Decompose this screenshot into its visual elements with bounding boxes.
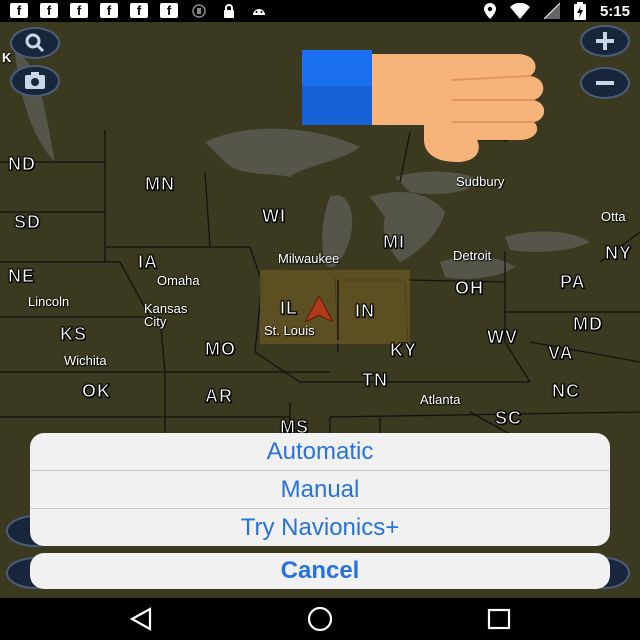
state-label: NE bbox=[7, 266, 36, 287]
city-label: Kansas City bbox=[144, 301, 188, 329]
state-label: MO bbox=[205, 339, 236, 360]
search-icon bbox=[25, 33, 45, 53]
back-icon[interactable] bbox=[128, 607, 154, 631]
city-label: St. Louis bbox=[264, 323, 315, 338]
state-label: IN bbox=[355, 301, 375, 322]
state-label: MD bbox=[573, 314, 603, 335]
facebook-notification-icon: f bbox=[40, 3, 58, 18]
home-icon[interactable] bbox=[306, 607, 334, 631]
manual-option[interactable]: Manual bbox=[30, 471, 610, 509]
state-label: ND bbox=[8, 154, 36, 175]
city-label: Milwaukee bbox=[278, 251, 340, 266]
city-label: Atlanta bbox=[420, 392, 461, 407]
state-label: VA bbox=[548, 343, 574, 364]
state-label: WI bbox=[262, 206, 286, 227]
city-label: Otta bbox=[601, 209, 626, 224]
thumbs-down-icon bbox=[302, 50, 545, 162]
state-label: KS bbox=[59, 324, 88, 345]
state-label: WV bbox=[487, 327, 518, 348]
facebook-notification-icon: f bbox=[70, 3, 88, 18]
city-label: Omaha bbox=[157, 273, 200, 288]
zoom-out-button[interactable] bbox=[580, 67, 630, 99]
state-label: NY bbox=[604, 243, 633, 264]
state-label: TN bbox=[362, 370, 388, 391]
notification-icons: f f f f f f bbox=[10, 3, 268, 18]
status-bar: f f f f f f 5:15 bbox=[0, 0, 640, 22]
wifi-icon bbox=[509, 3, 530, 19]
state-label: AR bbox=[205, 386, 233, 407]
facebook-notification-icon: f bbox=[10, 3, 28, 18]
facebook-notification-icon: f bbox=[130, 3, 148, 18]
city-label: Wichita bbox=[64, 353, 107, 368]
state-label: KY bbox=[389, 340, 418, 361]
signal-icon bbox=[543, 3, 560, 19]
state-label: MN bbox=[145, 174, 175, 195]
minus-icon bbox=[596, 81, 614, 85]
state-label: IA bbox=[138, 252, 158, 273]
android-icon bbox=[250, 3, 268, 18]
city-label: Detroit bbox=[453, 248, 492, 263]
automatic-option[interactable]: Automatic bbox=[30, 433, 610, 471]
camera-icon bbox=[25, 72, 45, 89]
action-sheet: Automatic Manual Try Navionics+ bbox=[30, 433, 610, 546]
lock-icon bbox=[220, 3, 238, 18]
sync-icon bbox=[190, 3, 208, 18]
cancel-button[interactable]: Cancel bbox=[30, 553, 610, 589]
city-label: Sudbury bbox=[456, 174, 505, 189]
clock: 5:15 bbox=[599, 2, 630, 20]
try-navionics-plus-option[interactable]: Try Navionics+ bbox=[30, 509, 610, 546]
state-label: SC bbox=[494, 408, 523, 429]
state-label: SD bbox=[13, 212, 42, 233]
state-label: OK bbox=[82, 381, 111, 402]
zoom-in-button[interactable] bbox=[580, 25, 630, 57]
facebook-notification-icon: f bbox=[100, 3, 118, 18]
position-arrow-icon bbox=[305, 296, 333, 322]
state-label: NC bbox=[552, 381, 580, 402]
search-button[interactable] bbox=[10, 27, 60, 59]
recents-icon[interactable] bbox=[486, 607, 512, 631]
state-label: MI bbox=[383, 232, 405, 253]
state-label: IL bbox=[280, 298, 298, 319]
facebook-notification-icon: f bbox=[160, 3, 178, 18]
navigation-bar bbox=[0, 598, 640, 640]
city-label: K bbox=[2, 50, 12, 65]
state-label: PA bbox=[560, 272, 586, 293]
state-label: OH bbox=[455, 278, 484, 299]
plus-icon bbox=[596, 32, 614, 50]
city-label: Lincoln bbox=[28, 294, 70, 309]
battery-icon bbox=[573, 2, 586, 20]
camera-button[interactable] bbox=[10, 65, 60, 97]
system-status-icons: 5:15 bbox=[483, 2, 630, 20]
location-icon bbox=[483, 3, 496, 19]
